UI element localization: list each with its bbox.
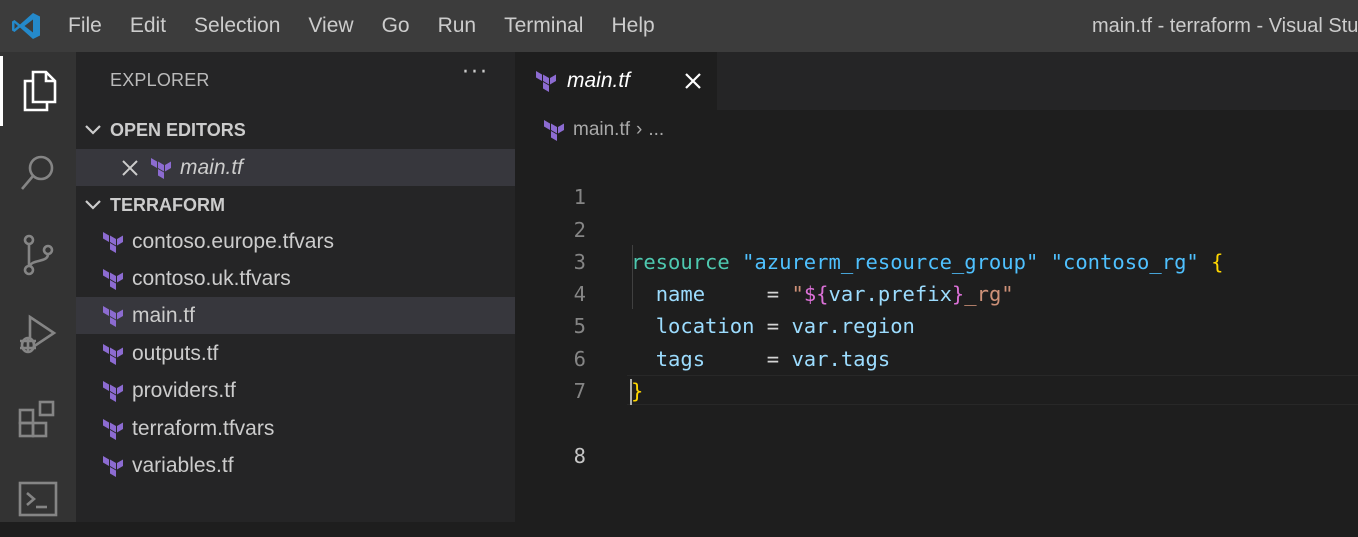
- tab-label: main.tf: [567, 69, 631, 92]
- menu-file[interactable]: File: [54, 0, 116, 52]
- current-line-highlight: [627, 375, 1358, 406]
- activity-extensions[interactable]: [0, 384, 76, 454]
- extensions-icon: [18, 400, 55, 438]
- breadcrumb-ellipsis[interactable]: ...: [648, 119, 664, 141]
- file-label: main.tf: [132, 303, 196, 327]
- terraform-file-icon: [103, 380, 123, 402]
- source-control-icon: [23, 234, 54, 276]
- open-editors-header[interactable]: OPEN EDITORS: [76, 112, 515, 148]
- title-bar: File Edit Selection View Go Run Terminal…: [0, 0, 1358, 52]
- close-icon[interactable]: [121, 159, 141, 177]
- terraform-file-icon: [103, 343, 123, 365]
- file-label: contoso.europe.tfvars: [132, 229, 334, 253]
- menu-selection[interactable]: Selection: [180, 0, 294, 52]
- sidebar-title: EXPLORER: [110, 70, 210, 90]
- activity-run-debug[interactable]: [0, 300, 76, 370]
- code-line: 3 name = "${var.prefix}_rg": [515, 214, 1358, 306]
- terraform-file-icon: [103, 418, 123, 440]
- code-editor[interactable]: 1 2 resource "azurerm_resource_group" "c…: [515, 149, 1358, 468]
- file-label: contoso.uk.tfvars: [132, 266, 291, 290]
- file-item[interactable]: providers.tf: [76, 372, 515, 409]
- explorer-sidebar: EXPLORER ··· OPEN EDITORS main.tf TERRAF…: [76, 52, 515, 522]
- tab-bar: main.tf: [515, 52, 1358, 110]
- line-number: 8: [573, 443, 586, 468]
- menu-go[interactable]: Go: [368, 0, 424, 52]
- code-line: 7: [515, 343, 1358, 403]
- more-actions-icon[interactable]: ···: [462, 60, 489, 85]
- menu-help[interactable]: Help: [597, 0, 668, 52]
- open-editor-item[interactable]: main.tf: [76, 149, 515, 186]
- vscode-logo-icon: [12, 13, 40, 39]
- file-label: outputs.tf: [132, 341, 219, 365]
- file-item-selected[interactable]: main.tf: [76, 297, 515, 334]
- open-editors-label: OPEN EDITORS: [110, 119, 246, 140]
- terraform-folder-header[interactable]: TERRAFORM: [76, 187, 515, 223]
- file-item[interactable]: terraform.tfvars: [76, 410, 515, 447]
- menu-run[interactable]: Run: [424, 0, 491, 52]
- open-editor-label: main.tf: [180, 155, 244, 179]
- terraform-file-icon: [103, 305, 123, 327]
- file-item[interactable]: contoso.uk.tfvars: [76, 260, 515, 297]
- terminal-icon: [18, 481, 58, 517]
- terraform-file-icon: [103, 268, 123, 290]
- run-debug-icon: [20, 314, 57, 354]
- terraform-file-icon: [151, 157, 171, 179]
- explorer-icon: [23, 70, 56, 112]
- terraform-file-icon: [544, 120, 564, 141]
- file-item[interactable]: outputs.tf: [76, 335, 515, 372]
- file-label: variables.tf: [132, 453, 234, 477]
- activity-explorer[interactable]: [0, 56, 76, 126]
- code-line: 5 tags = var.tags: [515, 278, 1358, 370]
- code-line-current: 8: [515, 375, 1358, 468]
- terraform-file-icon: [103, 455, 123, 477]
- code-line: 2 resource "azurerm_resource_group" "con…: [515, 181, 1358, 274]
- chevron-right-icon: ›: [636, 119, 643, 140]
- folder-label: TERRAFORM: [110, 194, 225, 215]
- search-icon: [21, 155, 54, 190]
- activity-search[interactable]: [0, 138, 76, 208]
- terraform-file-icon: [536, 71, 556, 92]
- file-item[interactable]: contoso.europe.tfvars: [76, 223, 515, 260]
- chevron-down-icon: [76, 124, 110, 136]
- menu-edit[interactable]: Edit: [116, 0, 180, 52]
- file-item[interactable]: variables.tf: [76, 447, 515, 484]
- file-label: terraform.tfvars: [132, 416, 275, 440]
- breadcrumb-file[interactable]: main.tf: [573, 119, 630, 141]
- breadcrumb: main.tf › ...: [543, 116, 664, 144]
- chevron-down-icon: [76, 199, 110, 211]
- menu-view[interactable]: View: [294, 0, 367, 52]
- code-line: 6 }: [515, 310, 1358, 403]
- text-cursor: [630, 379, 632, 406]
- activity-bar: [0, 52, 76, 522]
- editor-area: main.tf main.tf › ... 1 2 resource "azur…: [515, 52, 1358, 522]
- activity-source-control[interactable]: [0, 220, 76, 290]
- menu-bar: File Edit Selection View Go Run Terminal…: [54, 0, 669, 52]
- close-icon[interactable]: [681, 69, 705, 93]
- terraform-file-icon: [103, 231, 123, 253]
- code-line: 1: [515, 149, 1358, 209]
- code-line: 4 location = var.region: [515, 246, 1358, 338]
- activity-terminal[interactable]: [0, 464, 76, 534]
- window-title: main.tf - terraform - Visual Stu: [1092, 15, 1358, 37]
- tab-main-tf[interactable]: main.tf: [515, 52, 717, 110]
- menu-terminal[interactable]: Terminal: [490, 0, 597, 52]
- file-label: providers.tf: [132, 378, 236, 402]
